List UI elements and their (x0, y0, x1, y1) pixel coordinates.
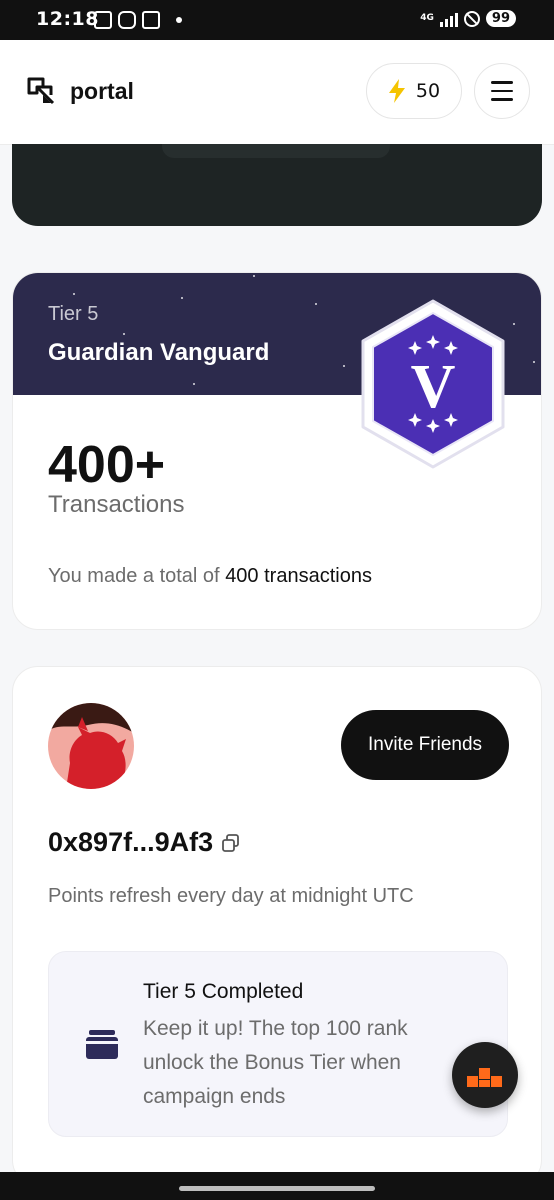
app-name: portal (70, 77, 134, 104)
network-type: 4G (420, 13, 434, 23)
tier-status-box: Tier 5 Completed Keep it up! The top 100… (48, 951, 508, 1137)
wallet-address-text: 0x897f...9Af3 (48, 827, 214, 857)
star-decoration (73, 293, 75, 295)
copy-icon[interactable] (221, 833, 241, 853)
more-notifications-icon (176, 17, 182, 23)
star-decoration (123, 333, 125, 335)
avatar (48, 703, 134, 789)
portal-logo[interactable]: portal (26, 76, 134, 106)
discord-icon (118, 11, 136, 29)
notification-icons (94, 11, 182, 29)
do-not-disturb-icon (463, 10, 480, 27)
star-decoration (315, 303, 317, 305)
profile-card: Invite Friends 0x897f...9Af3 Points refr… (12, 666, 542, 1186)
tier-card: Tier 5 Guardian Vanguard V 400+ Transact… (12, 272, 542, 630)
portal-logo-icon (27, 77, 55, 105)
avatar-image (48, 703, 134, 789)
brand-logo-icon (467, 1068, 502, 1087)
system-indicators: 4G 99 (420, 10, 516, 27)
tier-label: Tier 5 (48, 303, 99, 325)
tier-name: Guardian Vanguard (48, 339, 270, 366)
wallet-icon (86, 1030, 118, 1059)
screenshot-icon (94, 11, 112, 29)
star-decoration (513, 323, 515, 325)
star-decoration (253, 275, 255, 277)
summary-prefix: You made a total of (48, 565, 220, 587)
star-decoration (343, 365, 345, 367)
star-decoration (193, 383, 195, 385)
transaction-count: 400+ (48, 436, 166, 494)
previous-card (12, 144, 542, 226)
status-bar: 12:18 4G 99 (0, 0, 554, 40)
status-title: Tier 5 Completed (143, 980, 304, 1003)
previous-card-inner (162, 144, 390, 158)
star-decoration (181, 297, 183, 299)
menu-button[interactable] (474, 63, 530, 119)
floating-brand-button[interactable] (452, 1042, 518, 1108)
transaction-summary: You made a total of 400 transactions (48, 565, 372, 588)
battery-indicator: 99 (485, 10, 516, 27)
menu-icon-line (491, 81, 513, 84)
invite-friends-button[interactable]: Invite Friends (341, 710, 509, 780)
points-button[interactable]: 50 (366, 63, 462, 119)
lightning-icon (388, 79, 405, 103)
star-decoration (533, 361, 535, 363)
wallet-address: 0x897f...9Af3 (48, 827, 241, 858)
signal-icon (439, 11, 458, 27)
menu-icon-line (491, 89, 513, 93)
menu-icon-line (491, 98, 513, 101)
points-refresh-note: Points refresh every day at midnight UTC (48, 885, 414, 907)
transaction-count-label: Transactions (48, 491, 185, 518)
tier-badge-icon: V (361, 299, 505, 469)
status-text: Keep it up! The top 100 rank unlock the … (143, 1017, 408, 1108)
points-value: 50 (415, 80, 441, 102)
copy-notification-icon (142, 11, 160, 29)
status-time: 12:18 (36, 8, 99, 30)
app-header: portal 50 (0, 40, 554, 145)
badge-letter: V (411, 353, 456, 421)
summary-value: 400 transactions (225, 565, 372, 587)
home-indicator[interactable] (179, 1186, 375, 1191)
